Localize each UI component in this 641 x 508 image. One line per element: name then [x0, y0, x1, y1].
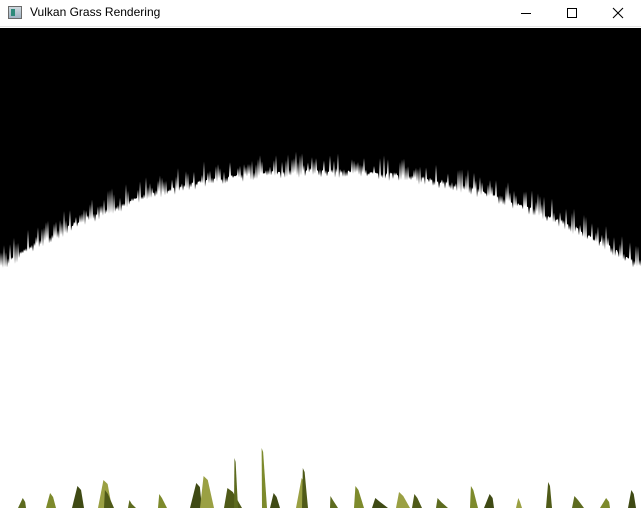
minimize-icon — [521, 13, 531, 14]
close-button[interactable] — [595, 0, 641, 26]
minimize-button[interactable] — [503, 0, 549, 26]
render-viewport[interactable] — [0, 28, 641, 508]
maximize-icon — [567, 8, 577, 18]
grass-render-canvas — [0, 28, 641, 508]
close-icon — [612, 7, 624, 19]
window-title: Vulkan Grass Rendering — [30, 5, 161, 19]
title-bar[interactable]: Vulkan Grass Rendering — [0, 0, 641, 27]
app-window: Vulkan Grass Rendering — [0, 0, 641, 508]
maximize-button[interactable] — [549, 0, 595, 26]
app-icon[interactable] — [8, 6, 22, 19]
